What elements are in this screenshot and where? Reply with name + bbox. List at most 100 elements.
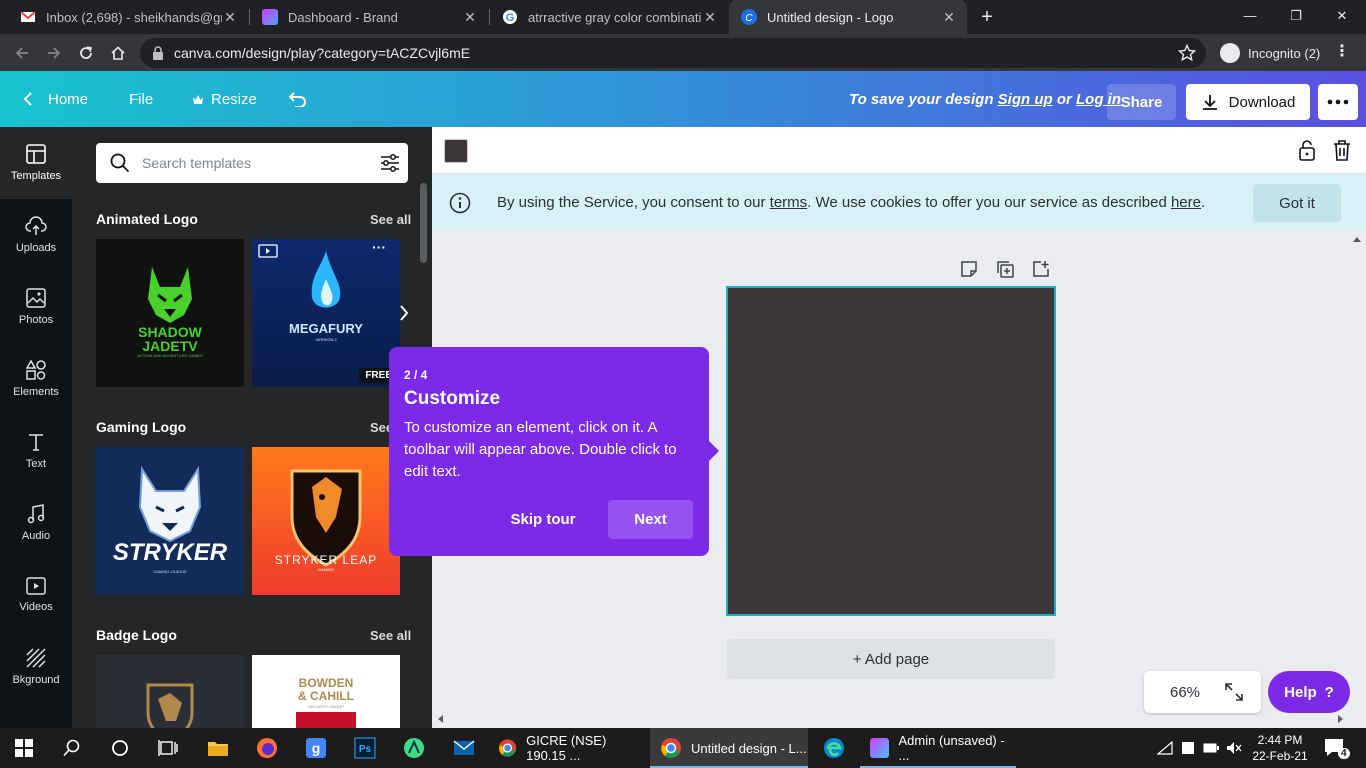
scroll-left-arrow-icon[interactable]	[436, 714, 444, 724]
close-tab-icon[interactable]: ✕	[462, 9, 478, 26]
volume-muted-icon[interactable]	[1226, 741, 1242, 755]
background-color-swatch[interactable]	[444, 139, 468, 163]
task-view-button[interactable]	[154, 734, 182, 762]
next-button[interactable]: Next	[608, 500, 693, 539]
new-tab-button[interactable]: +	[977, 5, 997, 29]
scroll-up-arrow-icon[interactable]	[1352, 235, 1362, 243]
thumb-title-2: JADETV	[142, 338, 198, 354]
google-icon: G	[503, 10, 517, 24]
home-button[interactable]	[105, 40, 131, 66]
fullscreen-icon[interactable]	[1225, 683, 1243, 701]
design-canvas[interactable]	[726, 286, 1056, 616]
browser-tab-canva[interactable]: C Untitled design - Logo ✕	[729, 0, 967, 34]
incognito-indicator[interactable]: Incognito (2)	[1214, 38, 1326, 68]
share-button[interactable]: Share	[1107, 84, 1176, 120]
signup-link[interactable]: Sign up	[998, 91, 1053, 108]
browser-menu-icon[interactable]: ⋮	[1334, 41, 1350, 61]
template-thumbnail[interactable]: BOWDEN & CAHILL SECURITY GROUP	[252, 655, 400, 728]
download-label: Download	[1228, 93, 1296, 111]
search-icon	[110, 153, 130, 173]
rail-item-videos[interactable]: Videos	[0, 559, 72, 631]
add-page-icon[interactable]	[1032, 260, 1050, 278]
rail-item-audio[interactable]: Audio	[0, 487, 72, 559]
mail-button[interactable]	[450, 734, 478, 762]
duplicate-page-icon[interactable]	[996, 260, 1014, 278]
home-icon	[111, 46, 125, 60]
filter-sliders-icon[interactable]	[380, 154, 400, 172]
bookmark-star-icon[interactable]	[1178, 44, 1196, 62]
thumb-title: STRYKER	[112, 539, 228, 566]
got-it-button[interactable]: Got it	[1253, 184, 1341, 222]
more-options-button[interactable]	[1318, 84, 1358, 120]
template-thumbnail[interactable]: STRYKER LEAP GAMING	[252, 447, 400, 595]
help-button[interactable]: Help ?	[1268, 671, 1350, 713]
taskbar-app-chrome-gicre[interactable]: GICRE (NSE) 190.15 ...	[488, 728, 646, 768]
android-studio-button[interactable]	[400, 734, 428, 762]
back-button[interactable]	[9, 40, 35, 66]
close-tab-icon[interactable]: ✕	[222, 9, 238, 26]
browser-tab-gmail[interactable]: Inbox (2,698) - sheikhands@gma ✕	[8, 0, 248, 34]
forward-button[interactable]	[41, 40, 67, 66]
rail-label: Templates	[10, 170, 62, 182]
rail-item-uploads[interactable]: Uploads	[0, 199, 72, 271]
template-thumbnail[interactable]: ··· MEGAFURY VERSION 2 FREE	[252, 239, 400, 387]
see-all-link[interactable]: See all	[370, 212, 411, 227]
browser-tab-brand[interactable]: Dashboard - Brand ✕	[250, 0, 488, 34]
scroll-right-arrow-icon[interactable]	[1337, 714, 1345, 724]
firefox-button[interactable]	[253, 734, 281, 762]
zoom-control[interactable]: 66%	[1144, 671, 1261, 713]
system-clock[interactable]: 2:44 PM 22-Feb-21	[1252, 732, 1308, 764]
network-icon[interactable]	[1157, 741, 1173, 755]
start-button[interactable]	[10, 734, 38, 762]
close-tab-icon[interactable]: ✕	[941, 9, 957, 26]
close-window-button[interactable]: ✕	[1330, 4, 1354, 28]
edge-button[interactable]	[820, 734, 848, 762]
rail-item-templates[interactable]: Templates	[0, 127, 72, 199]
see-all-link[interactable]: See all	[370, 628, 411, 643]
save-or: or	[1056, 90, 1072, 108]
taskbar-app-admin[interactable]: Admin (unsaved) - ...	[860, 728, 1016, 768]
file-explorer-button[interactable]	[204, 734, 232, 762]
search-input[interactable]	[142, 155, 362, 171]
help-label: Help	[1284, 683, 1317, 701]
template-thumbnail[interactable]: STRYKER GAMING LEAGUE	[96, 447, 244, 595]
trash-icon[interactable]	[1333, 139, 1351, 161]
battery-icon[interactable]	[1203, 743, 1219, 753]
rail-item-text[interactable]: Text	[0, 415, 72, 487]
template-search-box[interactable]	[96, 143, 408, 183]
minimize-button[interactable]: —	[1238, 4, 1262, 28]
search-taskbar-button[interactable]	[58, 734, 86, 762]
add-page-button[interactable]: + Add page	[727, 639, 1055, 679]
templates-icon	[26, 144, 46, 164]
here-link[interactable]: here	[1171, 194, 1201, 211]
rail-item-elements[interactable]: Elements	[0, 343, 72, 415]
undo-button[interactable]	[287, 71, 307, 127]
home-nav-button[interactable]: Home	[22, 71, 88, 127]
reload-button[interactable]	[73, 40, 99, 66]
panel-scrollbar[interactable]	[420, 183, 427, 263]
photoshop-button[interactable]: Ps	[351, 734, 379, 762]
rail-item-photos[interactable]: Photos	[0, 271, 72, 343]
template-thumbnail[interactable]: SHADOW JADETV ACTION AND ADVENTURE GAMES	[96, 239, 244, 387]
template-thumbnail[interactable]	[96, 655, 244, 728]
lock-icon[interactable]	[1298, 139, 1316, 161]
chevron-right-icon[interactable]	[397, 303, 411, 323]
google-app-button[interactable]: g	[302, 734, 330, 762]
taskbar-app-chrome-canva[interactable]: Untitled design - L...	[650, 728, 808, 768]
windows-logo-icon	[15, 739, 33, 757]
address-bar[interactable]: canva.com/design/play?category=tACZCvjl6…	[140, 38, 1206, 68]
page-notes-icon[interactable]	[960, 260, 978, 278]
terms-link[interactable]: terms	[770, 194, 808, 211]
rail-item-background[interactable]: Bkground	[0, 631, 72, 703]
background-icon	[26, 648, 46, 668]
skip-tour-button[interactable]: Skip tour	[501, 500, 585, 539]
device-icon[interactable]	[1181, 741, 1195, 755]
download-button[interactable]: Download	[1186, 84, 1310, 120]
restore-button[interactable]: ❐	[1284, 4, 1308, 28]
file-menu-button[interactable]: File	[129, 71, 153, 127]
browser-tab-google[interactable]: G atrractive gray color combination ✕	[490, 0, 728, 34]
resize-button[interactable]: Resize	[192, 71, 257, 127]
cortana-button[interactable]	[106, 734, 134, 762]
download-icon	[1202, 95, 1217, 110]
close-tab-icon[interactable]: ✕	[702, 9, 718, 26]
